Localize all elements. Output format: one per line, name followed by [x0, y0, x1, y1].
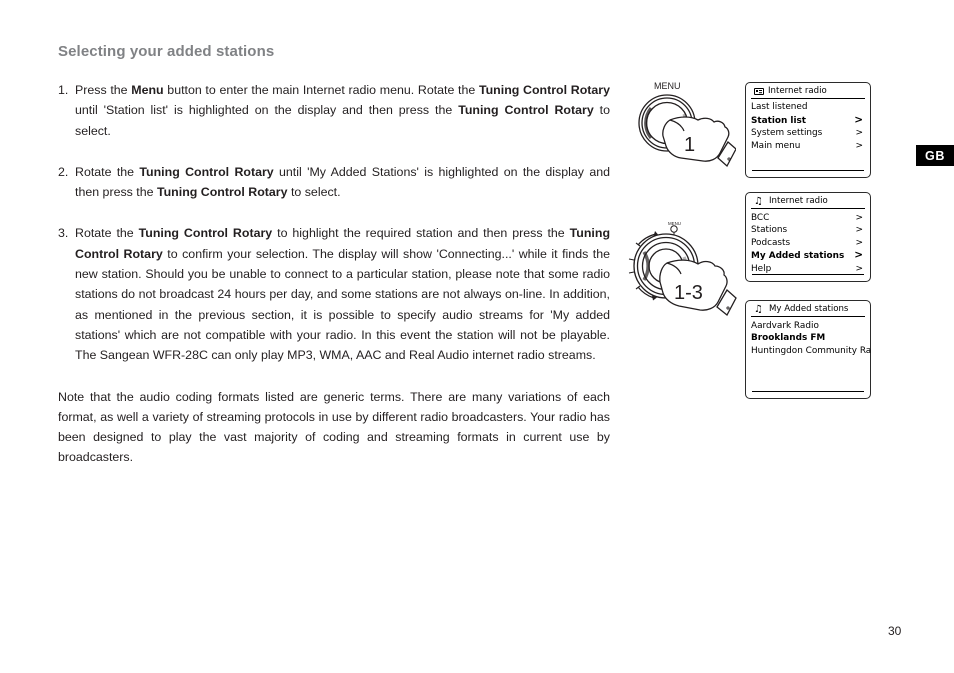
music-notes-icon: ♫ — [754, 195, 763, 207]
step-number: 3. — [58, 226, 69, 241]
note-paragraph: Note that the audio coding formats liste… — [58, 389, 610, 465]
lcd-menu-item[interactable]: BCC > — [751, 212, 865, 225]
music-notes-icon: ♫ — [754, 303, 763, 315]
lcd-menu-item-label: My Added stations — [751, 251, 845, 262]
instruction-step-3: 3. Rotate the Tuning Control Rotary to h… — [58, 223, 610, 365]
chevron-right-icon: > — [855, 128, 863, 139]
lcd-station-item-selected[interactable]: Brooklands FM — [751, 332, 865, 345]
lcd-menu-item-selected[interactable]: Station list > — [751, 114, 865, 128]
chevron-right-icon: > — [855, 225, 863, 236]
lcd-bottom-divider — [752, 391, 864, 392]
chevron-right-icon: > — [854, 249, 863, 262]
step-number: 1. — [58, 83, 69, 97]
lcd-bottom-divider — [752, 170, 864, 171]
lcd-station-list: Aardvark Radio Brooklands FM Huntingdon … — [751, 317, 871, 358]
lcd-station-item[interactable]: Huntingdon Community Ra — [751, 345, 871, 358]
lcd-title-text: My Added stations — [769, 304, 849, 315]
lcd-title-bar: ♫ My Added stations — [751, 304, 865, 317]
lcd-menu-item-label: Main menu — [751, 140, 801, 151]
language-tab-gb: GB — [916, 145, 954, 166]
chevron-right-icon: > — [855, 212, 863, 223]
illustration-rotate-tuning-control: MENU 1-3 — [622, 212, 738, 320]
chevron-right-icon: > — [855, 140, 863, 151]
instruction-text-column: 1. Press the Menu button to enter the ma… — [58, 80, 610, 468]
lcd-station-item-label: Aardvark Radio — [751, 320, 819, 331]
lcd-menu-item-label: Stations — [751, 225, 788, 236]
step-text: Press the Menu button to enter the main … — [75, 83, 610, 138]
chevron-right-icon: > — [854, 113, 863, 126]
lcd-display-my-added-stations: ♫ My Added stations Aardvark Radio Brook… — [745, 300, 871, 399]
lcd-title-text: Internet radio — [769, 196, 828, 207]
illustration-press-menu-button: MENU 1 — [632, 76, 736, 174]
step-text: Rotate the Tuning Control Rotary until '… — [75, 164, 610, 200]
lcd-menu-item-label: BCC — [751, 212, 770, 223]
lcd-station-item[interactable]: Aardvark Radio — [751, 320, 865, 333]
page-title: Selecting your added stations — [58, 43, 275, 60]
step-number: 2. — [58, 164, 69, 179]
instruction-step-2: 2. Rotate the Tuning Control Rotary unti… — [58, 162, 610, 203]
illustration-2-knob-label: MENU — [668, 221, 681, 235]
lcd-title-text: Internet radio — [768, 86, 827, 96]
lcd-title-bar: ♫ Internet radio — [751, 196, 865, 209]
lcd-menu-list: BCC > Stations > Podcasts > My Added sta… — [751, 209, 865, 275]
lcd-menu-item[interactable]: Podcasts > — [751, 237, 865, 250]
lcd-menu-item-label: Podcasts — [751, 237, 791, 248]
lcd-station-item-label: Brooklands FM — [751, 333, 826, 344]
illustration-1-knob-label: MENU — [654, 81, 681, 91]
lcd-menu-item-selected[interactable]: My Added stations > — [751, 249, 865, 263]
lcd-menu-item[interactable]: Last listened — [751, 101, 865, 114]
lcd-bottom-divider — [752, 274, 864, 275]
chevron-right-icon: > — [855, 237, 863, 248]
step-text: Rotate the Tuning Control Rotary to high… — [75, 226, 611, 363]
page-number: 30 — [888, 624, 902, 638]
svg-text:MENU: MENU — [668, 221, 681, 226]
lcd-menu-list: Last listened Station list > System sett… — [751, 99, 865, 153]
screen-icon — [754, 87, 764, 96]
lcd-menu-item[interactable]: Stations > — [751, 224, 865, 237]
illustration-2-step-label: 1-3 — [674, 282, 703, 304]
lcd-title-bar: Internet radio — [751, 86, 865, 99]
lcd-menu-item[interactable]: System settings > — [751, 127, 865, 140]
lcd-menu-item-label: Station list — [751, 115, 807, 126]
lcd-menu-item-label: Last listened — [751, 102, 808, 113]
lcd-display-internet-radio-menu: Internet radio Last listened Station lis… — [745, 82, 871, 178]
lcd-station-item-label: Huntingdon Community Ra — [751, 345, 872, 356]
lcd-display-station-list: ♫ Internet radio BCC > Stations > Podcas… — [745, 192, 871, 282]
lcd-menu-item[interactable]: Main menu > — [751, 140, 865, 153]
lcd-menu-item-label: System settings — [751, 128, 823, 139]
illustration-1-step-label: 1 — [684, 134, 695, 156]
instruction-step-1: 1. Press the Menu button to enter the ma… — [58, 80, 610, 141]
